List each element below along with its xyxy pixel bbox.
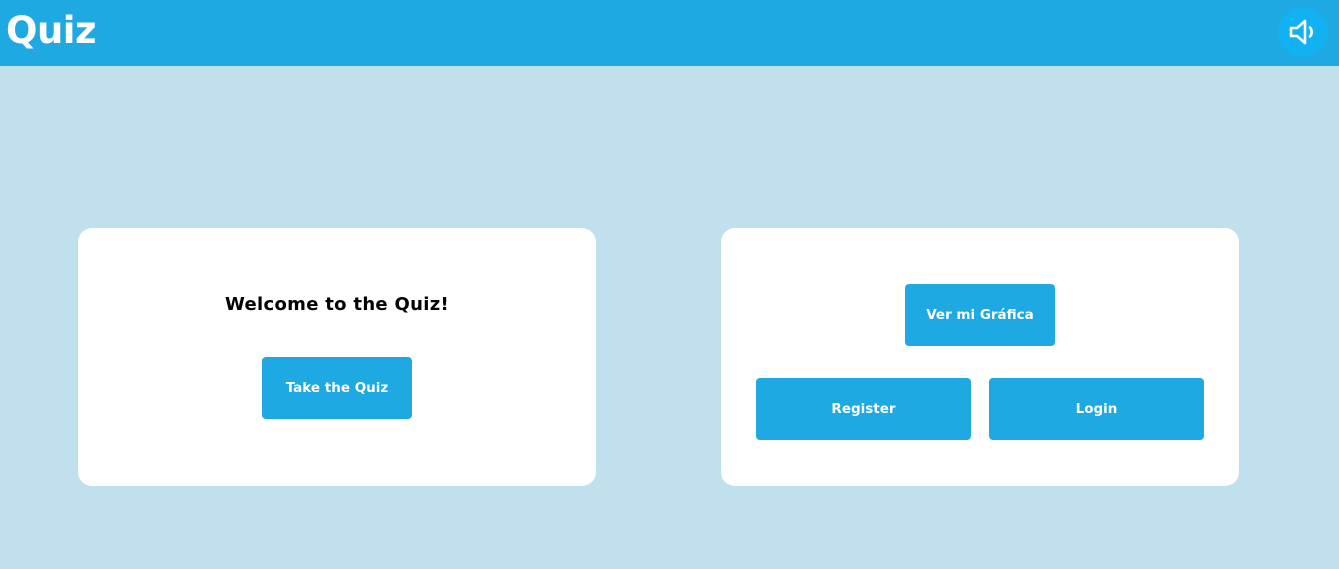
sound-toggle-button[interactable] [1278, 7, 1328, 57]
app-header: Quiz [0, 0, 1339, 66]
account-card: Ver mi Gráfica Register Login [721, 228, 1239, 486]
speaker-icon [1289, 19, 1314, 45]
login-button[interactable]: Login [989, 378, 1204, 440]
app-title: Quiz [6, 9, 97, 52]
welcome-card: Welcome to the Quiz! Take the Quiz [78, 228, 596, 486]
welcome-heading: Welcome to the Quiz! [225, 294, 449, 315]
view-chart-button[interactable]: Ver mi Gráfica [905, 284, 1055, 346]
register-button[interactable]: Register [756, 378, 971, 440]
take-quiz-button[interactable]: Take the Quiz [262, 357, 412, 419]
